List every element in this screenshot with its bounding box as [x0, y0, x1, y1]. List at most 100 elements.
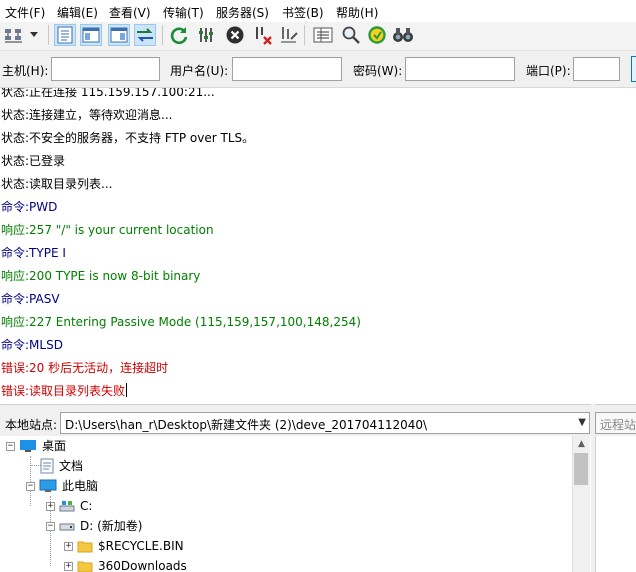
menu-file[interactable]: 文件(F): [5, 4, 45, 21]
log-line-text: 状态:不安全的服务器，不支持 FTP over TLS。: [1, 131, 255, 145]
collapse-toggle-icon[interactable]: −: [46, 521, 55, 531]
log-line: 状态:已登录: [1, 151, 65, 171]
password-input[interactable]: [405, 57, 515, 81]
tree-item[interactable]: + C:: [46, 496, 92, 516]
dropdown-arrow-icon[interactable]: [27, 24, 41, 46]
log-line-text: 响应:200 TYPE is now 8-bit binary: [1, 269, 201, 283]
directory-listing-filters-icon[interactable]: [312, 24, 334, 46]
log-line: 响应:200 TYPE is now 8-bit binary: [1, 266, 200, 286]
collapse-toggle-icon[interactable]: −: [26, 481, 35, 491]
toolbar-separator: [48, 25, 49, 45]
collapse-toggle-icon[interactable]: −: [6, 441, 15, 451]
log-line: 错误:20 秒后无活动，连接超时: [1, 358, 168, 378]
reconnect-icon[interactable]: [278, 24, 300, 46]
toolbar-separator: [162, 25, 163, 45]
toggle-remote-tree-icon[interactable]: [108, 24, 130, 46]
tree-item-label: 桌面: [42, 439, 67, 453]
local-site-bar: 本地站点: D:\Users\han_r\Desktop\新建文件夹 (2)\d…: [0, 410, 591, 436]
log-line-text: 命令:PASV: [1, 292, 60, 306]
tree-item[interactable]: 文档: [40, 456, 83, 476]
password-label: 密码(W):: [353, 64, 403, 78]
tree-item-label: C:: [80, 499, 93, 513]
log-line-text: 错误:20 秒后无活动，连接超时: [1, 361, 169, 375]
process-queue-icon[interactable]: [196, 24, 218, 46]
desktop-icon: [19, 439, 37, 453]
menu-bar: 文件(F) 编辑(E) 查看(V) 传输(T) 服务器(S) 书签(B) 帮助(…: [0, 0, 636, 22]
computer-icon: [39, 479, 57, 493]
tree-item[interactable]: − D: (新加卷): [46, 516, 142, 536]
tree-item[interactable]: − 此电脑: [26, 476, 98, 496]
log-line: 响应:257 "/" is your current location: [1, 220, 214, 240]
local-path-text: D:\Users\han_r\Desktop\新建文件夹 (2)\deve_20…: [65, 418, 428, 432]
menu-help[interactable]: 帮助(H): [336, 4, 378, 21]
menu-view[interactable]: 查看(V): [109, 4, 151, 21]
port-label: 端口(P):: [526, 64, 571, 78]
expand-toggle-icon[interactable]: +: [64, 541, 73, 551]
log-line: 命令:MLSD: [1, 335, 63, 355]
log-line: 错误:读取目录列表失败: [1, 381, 128, 401]
chevron-down-icon[interactable]: ▼: [578, 417, 586, 428]
log-line-text: 错误:读取目录列表失败: [1, 384, 126, 398]
tree-item-label: 文档: [59, 459, 84, 473]
log-line: 命令:PASV: [1, 289, 60, 309]
compare-directories-icon[interactable]: [392, 24, 414, 46]
folder-icon: [77, 539, 93, 553]
menu-server[interactable]: 服务器(S): [216, 4, 269, 21]
quickconnect-button[interactable]: [631, 56, 636, 82]
remote-site-label: 远程站点:: [595, 412, 636, 434]
tree-item-label: 此电脑: [62, 479, 99, 493]
log-line: 命令:TYPE I: [1, 243, 66, 263]
port-input[interactable]: [573, 57, 620, 81]
toolbar: [0, 22, 636, 51]
log-line-text: 响应:227 Entering Passive Mode (115,159,15…: [1, 315, 361, 329]
scroll-up-icon[interactable]: ▲: [573, 436, 590, 453]
log-line-text: 命令:TYPE I: [1, 246, 66, 260]
tree-item-label: 360Downloads: [98, 559, 187, 572]
remote-site-bar: 远程站点:: [595, 410, 636, 436]
local-directory-tree[interactable]: − 桌面 文档 − 此电脑 + C: − D: (新加卷) + $RECYCLE…: [0, 436, 572, 572]
log-line-text: 命令:MLSD: [1, 338, 63, 352]
refresh-icon[interactable]: [168, 24, 190, 46]
tree-item[interactable]: − 桌面: [6, 436, 66, 456]
disk-drive-icon: [59, 520, 75, 532]
folder-icon: [77, 559, 93, 572]
menu-edit[interactable]: 编辑(E): [57, 4, 98, 21]
log-line-text: 状态:已登录: [1, 154, 66, 168]
toggle-message-log-icon[interactable]: [54, 24, 76, 46]
network-drive-icon: [59, 499, 75, 513]
tree-item[interactable]: + 360Downloads: [64, 556, 187, 572]
log-line-text: 状态:连接建立，等待欢迎消息...: [1, 108, 173, 122]
username-input[interactable]: [232, 57, 342, 81]
menu-bookmarks[interactable]: 书签(B): [282, 4, 324, 21]
toolbar-separator: [304, 25, 305, 45]
expand-toggle-icon[interactable]: +: [64, 561, 73, 571]
expand-toggle-icon[interactable]: +: [46, 501, 55, 511]
cancel-icon[interactable]: [224, 24, 246, 46]
log-line-text: 命令:PWD: [1, 200, 58, 214]
host-input[interactable]: [51, 57, 160, 81]
toggle-local-tree-icon[interactable]: [80, 24, 102, 46]
remote-directory-tree[interactable]: [595, 436, 636, 572]
synchronized-browsing-icon[interactable]: [366, 24, 388, 46]
log-line-text: 响应:257 "/" is your current location: [1, 223, 214, 237]
message-log[interactable]: 状态:正在连接 115.159.157.100:21... 状态:连接建立，等待…: [0, 88, 636, 404]
log-line: 命令:PWD: [1, 197, 57, 217]
host-label: 主机(H):: [2, 64, 49, 78]
site-manager-icon[interactable]: [3, 24, 25, 46]
log-line: 响应:227 Entering Passive Mode (115,159,15…: [1, 312, 361, 332]
log-line: 状态:正在连接 115.159.157.100:21...: [1, 88, 215, 102]
username-label: 用户名(U):: [170, 64, 229, 78]
local-site-label: 本地站点:: [5, 418, 58, 432]
disconnect-icon[interactable]: [252, 24, 274, 46]
local-tree-scrollbar[interactable]: ▲: [572, 436, 590, 572]
scrollbar-thumb[interactable]: [574, 453, 588, 485]
menu-transfer[interactable]: 传输(T): [163, 4, 204, 21]
tree-item-label: D: (新加卷): [80, 519, 143, 533]
log-line: 状态:连接建立，等待欢迎消息...: [1, 105, 173, 125]
tree-item-label: $RECYCLE.BIN: [98, 539, 184, 553]
local-path-combobox[interactable]: D:\Users\han_r\Desktop\新建文件夹 (2)\deve_20…: [60, 412, 590, 434]
search-files-icon[interactable]: [340, 24, 362, 46]
tree-item[interactable]: + $RECYCLE.BIN: [64, 536, 184, 556]
quickconnect-bar: 主机(H): 用户名(U): 密码(W): 端口(P):: [0, 51, 636, 88]
toggle-transfer-queue-icon[interactable]: [134, 24, 156, 46]
